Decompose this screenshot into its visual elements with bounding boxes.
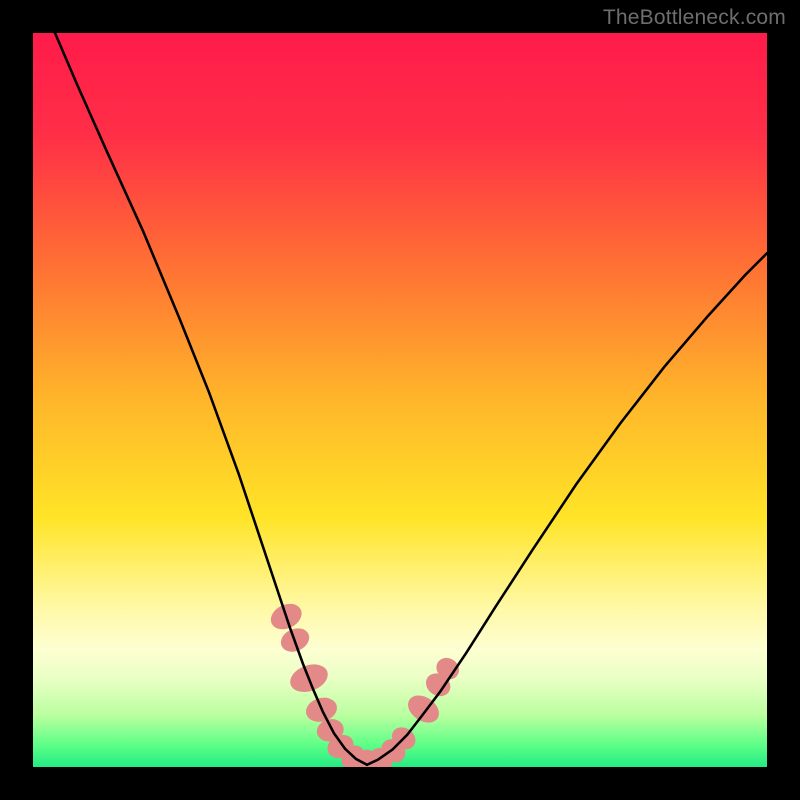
right-curve xyxy=(367,253,767,765)
plot-area xyxy=(33,33,767,767)
curve-layer xyxy=(33,33,767,767)
left-curve xyxy=(55,33,367,765)
watermark-text: TheBottleneck.com xyxy=(603,6,786,30)
beads-under xyxy=(267,599,464,767)
chart-frame: TheBottleneck.com xyxy=(0,0,800,800)
